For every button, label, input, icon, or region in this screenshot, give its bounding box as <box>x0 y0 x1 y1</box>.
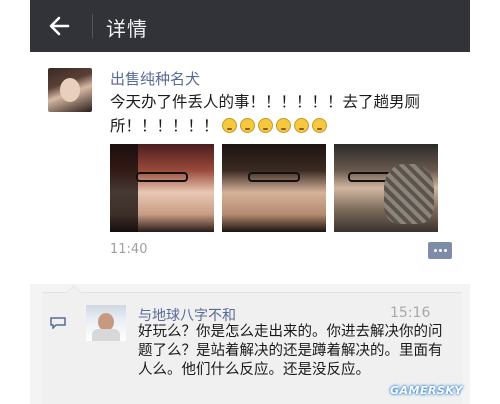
sad-face-emoji-icon <box>239 118 255 133</box>
sad-face-emoji-icon <box>311 118 327 133</box>
phone-screen: 详情 出售纯种名犬 今天办了件丢人的事！！！！！！去了趟男厕所！！！！！！ 11… <box>30 0 470 404</box>
page-title: 详情 <box>106 17 148 41</box>
comment-bubble-icon <box>50 317 66 329</box>
poster-avatar[interactable] <box>48 68 92 112</box>
comment-menu-icon[interactable] <box>428 242 452 259</box>
gamersky-watermark: GAMERSKY <box>390 384 463 397</box>
photo-grid <box>110 144 440 232</box>
sad-face-emoji-icon <box>221 118 237 133</box>
comment-text: 好玩么？你是怎么走出来的。你进去解决你的问题了么？是站着解决的还是蹲着解决的。里… <box>138 324 443 378</box>
poster-username[interactable]: 出售纯种名犬 <box>110 68 200 89</box>
sad-face-emoji-icon <box>293 118 309 133</box>
commenter-avatar[interactable] <box>86 305 126 341</box>
post-content: 今天办了件丢人的事！！！！！！去了趟男厕所！！！！！！ <box>110 90 450 138</box>
sad-face-emoji-icon <box>257 118 273 133</box>
moment-post: 出售纯种名犬 今天办了件丢人的事！！！！！！去了趟男厕所！！！！！！ 11:40 <box>30 52 470 284</box>
post-time: 11:40 <box>110 242 148 257</box>
post-photo-3[interactable] <box>334 144 438 232</box>
emoji-row <box>219 117 327 135</box>
comment-time: 15:16 <box>390 305 431 321</box>
post-photo-2[interactable] <box>222 144 326 232</box>
back-arrow-icon[interactable] <box>46 12 74 40</box>
sad-face-emoji-icon <box>275 118 291 133</box>
nav-header: 详情 <box>30 0 470 52</box>
header-divider <box>92 14 93 38</box>
post-photo-1[interactable] <box>110 144 214 232</box>
commenter-username[interactable]: 与地球八字不和 <box>138 305 236 325</box>
comment-caret <box>66 285 82 293</box>
